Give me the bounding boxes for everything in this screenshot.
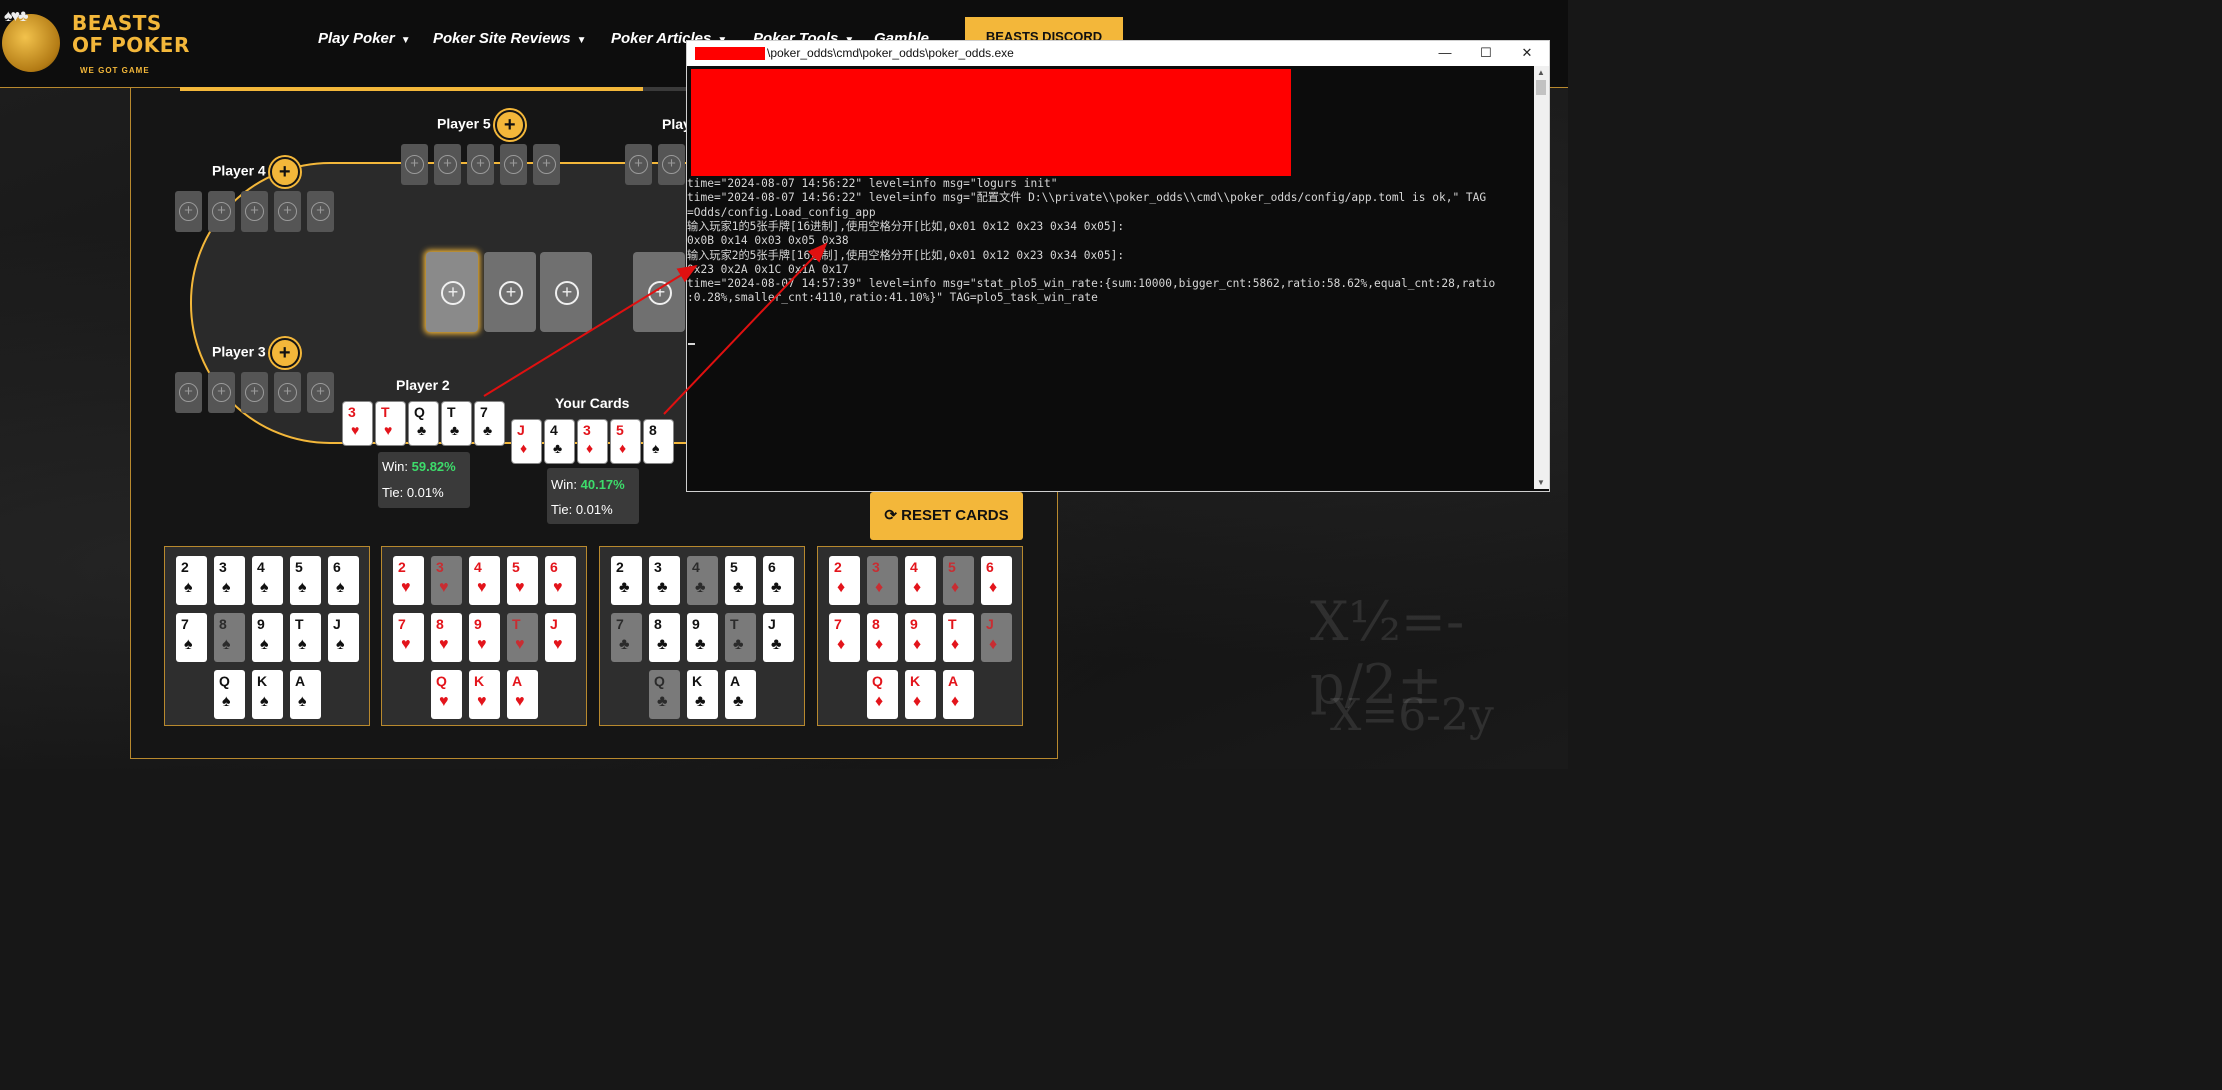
annotation-arrows <box>483 242 828 415</box>
arrow-yourcards-to-input <box>663 242 828 415</box>
arrow-player2-to-input <box>483 264 698 397</box>
